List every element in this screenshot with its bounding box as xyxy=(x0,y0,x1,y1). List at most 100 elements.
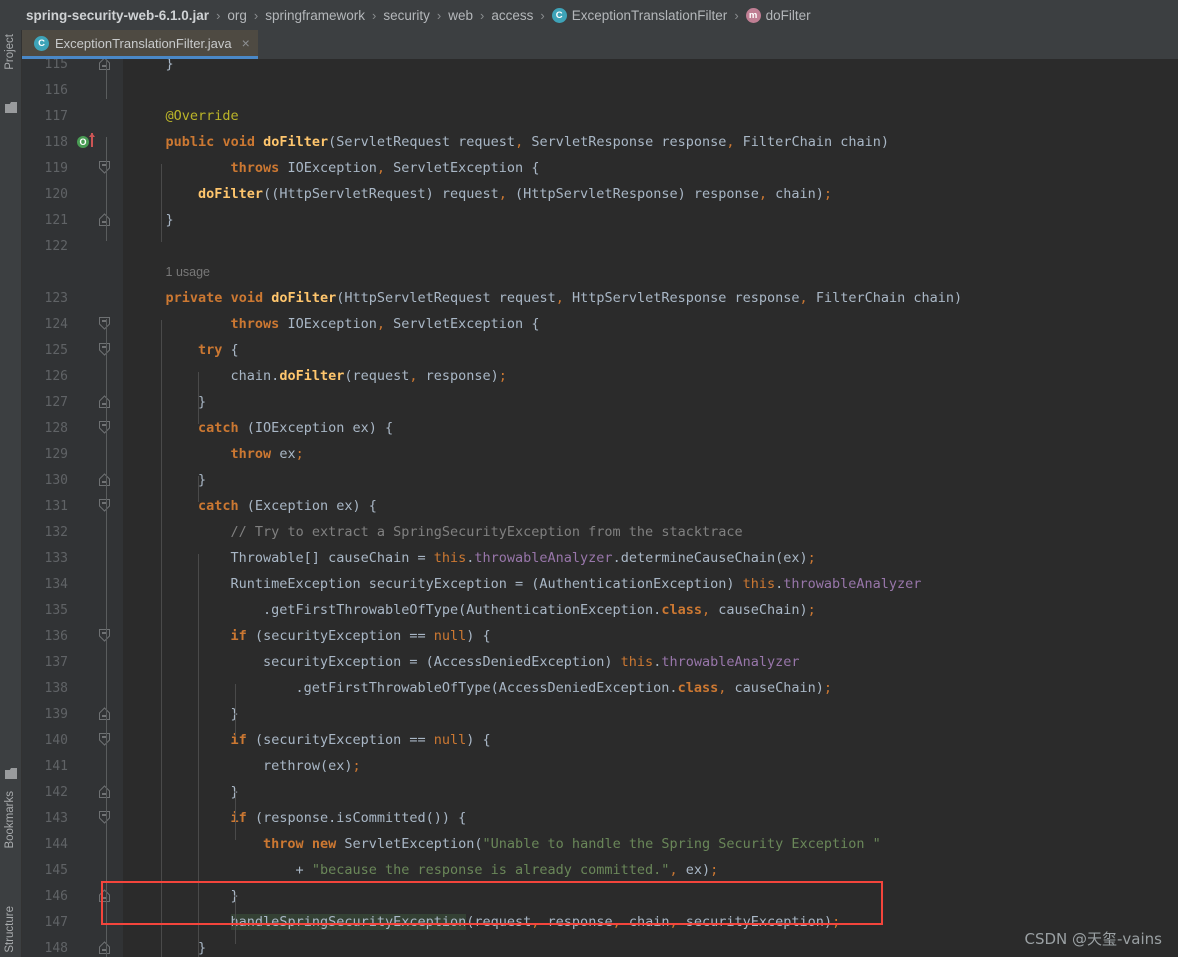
code-line[interactable]: if (response.isCommitted()) { xyxy=(123,805,1178,831)
gutter-markers[interactable] xyxy=(68,597,123,623)
gutter-markers[interactable] xyxy=(68,285,123,311)
gutter-markers[interactable] xyxy=(68,519,123,545)
editor-tab-exceptiontranslationfilter[interactable]: C ExceptionTranslationFilter.java × xyxy=(22,30,258,59)
gutter-markers[interactable] xyxy=(68,909,123,935)
gutter-line[interactable]: 119 xyxy=(22,155,123,181)
code-line[interactable]: throw ex; xyxy=(123,441,1178,467)
code-fold-toggle-icon[interactable] xyxy=(99,59,110,70)
breadcrumb-item-method[interactable]: m doFilter xyxy=(745,7,811,23)
gutter-line[interactable]: 147 xyxy=(22,909,123,935)
code-line[interactable] xyxy=(123,233,1178,259)
gutter-markers[interactable] xyxy=(68,935,123,957)
gutter-line[interactable]: 122 xyxy=(22,233,123,259)
code-line[interactable]: throws IOException, ServletException { xyxy=(123,155,1178,181)
gutter-line[interactable]: 120 xyxy=(22,181,123,207)
gutter-line[interactable]: 123 xyxy=(22,285,123,311)
gutter-markers[interactable] xyxy=(68,623,123,649)
gutter-markers[interactable] xyxy=(68,389,123,415)
gutter-line[interactable]: 130 xyxy=(22,467,123,493)
breadcrumb-item-class[interactable]: C ExceptionTranslationFilter xyxy=(551,7,727,23)
gutter-markers[interactable] xyxy=(68,831,123,857)
gutter-line[interactable]: 139 xyxy=(22,701,123,727)
tool-window-button-structure[interactable]: Structure xyxy=(0,906,21,953)
code-line[interactable]: catch (Exception ex) { xyxy=(123,493,1178,519)
code-line[interactable]: .getFirstThrowableOfType(AuthenticationE… xyxy=(123,597,1178,623)
gutter-markers[interactable] xyxy=(68,675,123,701)
gutter-markers[interactable] xyxy=(68,207,123,233)
gutter-markers[interactable] xyxy=(68,571,123,597)
gutter-line[interactable]: 117 xyxy=(22,103,123,129)
gutter-line[interactable]: 133 xyxy=(22,545,123,571)
gutter-markers[interactable] xyxy=(68,337,123,363)
gutter-line[interactable]: 148 xyxy=(22,935,123,957)
gutter-line[interactable]: 128 xyxy=(22,415,123,441)
gutter-line[interactable]: 144 xyxy=(22,831,123,857)
code-fold-toggle-icon[interactable] xyxy=(99,161,110,174)
code-line[interactable]: .getFirstThrowableOfType(AccessDeniedExc… xyxy=(123,675,1178,701)
gutter-line[interactable]: 127 xyxy=(22,389,123,415)
code-line[interactable]: chain.doFilter(request, response); xyxy=(123,363,1178,389)
tool-window-button-project[interactable]: Project xyxy=(0,34,21,70)
gutter-markers[interactable] xyxy=(68,59,123,77)
code-line[interactable] xyxy=(123,77,1178,103)
usage-inlay-hint[interactable]: 1 usage xyxy=(123,259,1178,285)
gutter-markers[interactable] xyxy=(68,779,123,805)
gutter-line[interactable]: 138 xyxy=(22,675,123,701)
code-line[interactable]: try { xyxy=(123,337,1178,363)
breadcrumb-item-jar[interactable]: spring-security-web-6.1.0.jar xyxy=(26,8,209,23)
code-line[interactable]: + "because the response is already commi… xyxy=(123,857,1178,883)
gutter-markers[interactable] xyxy=(68,77,123,103)
gutter-markers[interactable] xyxy=(68,649,123,675)
code-fold-toggle-icon[interactable] xyxy=(99,473,110,486)
code-line[interactable]: } xyxy=(123,389,1178,415)
code-fold-toggle-icon[interactable] xyxy=(99,811,110,824)
code-line[interactable]: } xyxy=(123,935,1178,957)
code-line[interactable]: // Try to extract a SpringSecurityExcept… xyxy=(123,519,1178,545)
tool-window-button-bookmarks[interactable]: Bookmarks xyxy=(0,791,21,849)
code-line[interactable]: private void doFilter(HttpServletRequest… xyxy=(123,285,1178,311)
code-line[interactable]: throw new ServletException("Unable to ha… xyxy=(123,831,1178,857)
gutter-markers[interactable] xyxy=(68,701,123,727)
gutter-markers[interactable] xyxy=(68,857,123,883)
gutter-markers[interactable] xyxy=(68,155,123,181)
gutter-line[interactable]: 126 xyxy=(22,363,123,389)
close-icon[interactable]: × xyxy=(242,35,250,51)
gutter-markers[interactable] xyxy=(68,363,123,389)
gutter-line[interactable]: 145 xyxy=(22,857,123,883)
code-line[interactable]: } xyxy=(123,779,1178,805)
gutter-line[interactable]: 136 xyxy=(22,623,123,649)
gutter-markers[interactable] xyxy=(68,441,123,467)
code-fold-toggle-icon[interactable] xyxy=(99,629,110,642)
code-line[interactable]: public void doFilter(ServletRequest requ… xyxy=(123,129,1178,155)
code-fold-toggle-icon[interactable] xyxy=(99,889,110,902)
code-line[interactable]: if (securityException == null) { xyxy=(123,727,1178,753)
gutter-markers[interactable] xyxy=(68,753,123,779)
gutter-line[interactable]: 141 xyxy=(22,753,123,779)
gutter-line[interactable]: 125 xyxy=(22,337,123,363)
breadcrumb-item-org[interactable]: org xyxy=(227,8,247,23)
code-line[interactable]: } xyxy=(123,59,1178,77)
gutter-markers[interactable] xyxy=(68,311,123,337)
code-fold-toggle-icon[interactable] xyxy=(99,785,110,798)
breadcrumb-item-web[interactable]: web xyxy=(448,8,473,23)
code-fold-toggle-icon[interactable] xyxy=(99,499,110,512)
gutter-line[interactable]: 124 xyxy=(22,311,123,337)
code-line[interactable]: } xyxy=(123,467,1178,493)
gutter-line[interactable]: 118 O xyxy=(22,129,123,155)
code-line[interactable]: catch (IOException ex) { xyxy=(123,415,1178,441)
code-line[interactable]: } xyxy=(123,701,1178,727)
code-fold-toggle-icon[interactable] xyxy=(99,213,110,226)
gutter-markers[interactable] xyxy=(68,181,123,207)
code-line[interactable]: handleSpringSecurityException(request, r… xyxy=(123,909,1178,935)
gutter-line[interactable]: 143 xyxy=(22,805,123,831)
gutter-line[interactable]: 115 xyxy=(22,59,123,77)
code-fold-toggle-icon[interactable] xyxy=(99,941,110,954)
gutter-markers[interactable] xyxy=(68,883,123,909)
gutter-line[interactable]: 121 xyxy=(22,207,123,233)
code-line[interactable]: } xyxy=(123,207,1178,233)
gutter-line[interactable]: 134 xyxy=(22,571,123,597)
gutter-line[interactable]: 140 xyxy=(22,727,123,753)
code-line[interactable]: } xyxy=(123,883,1178,909)
gutter-markers[interactable] xyxy=(68,233,123,259)
code-line[interactable]: rethrow(ex); xyxy=(123,753,1178,779)
